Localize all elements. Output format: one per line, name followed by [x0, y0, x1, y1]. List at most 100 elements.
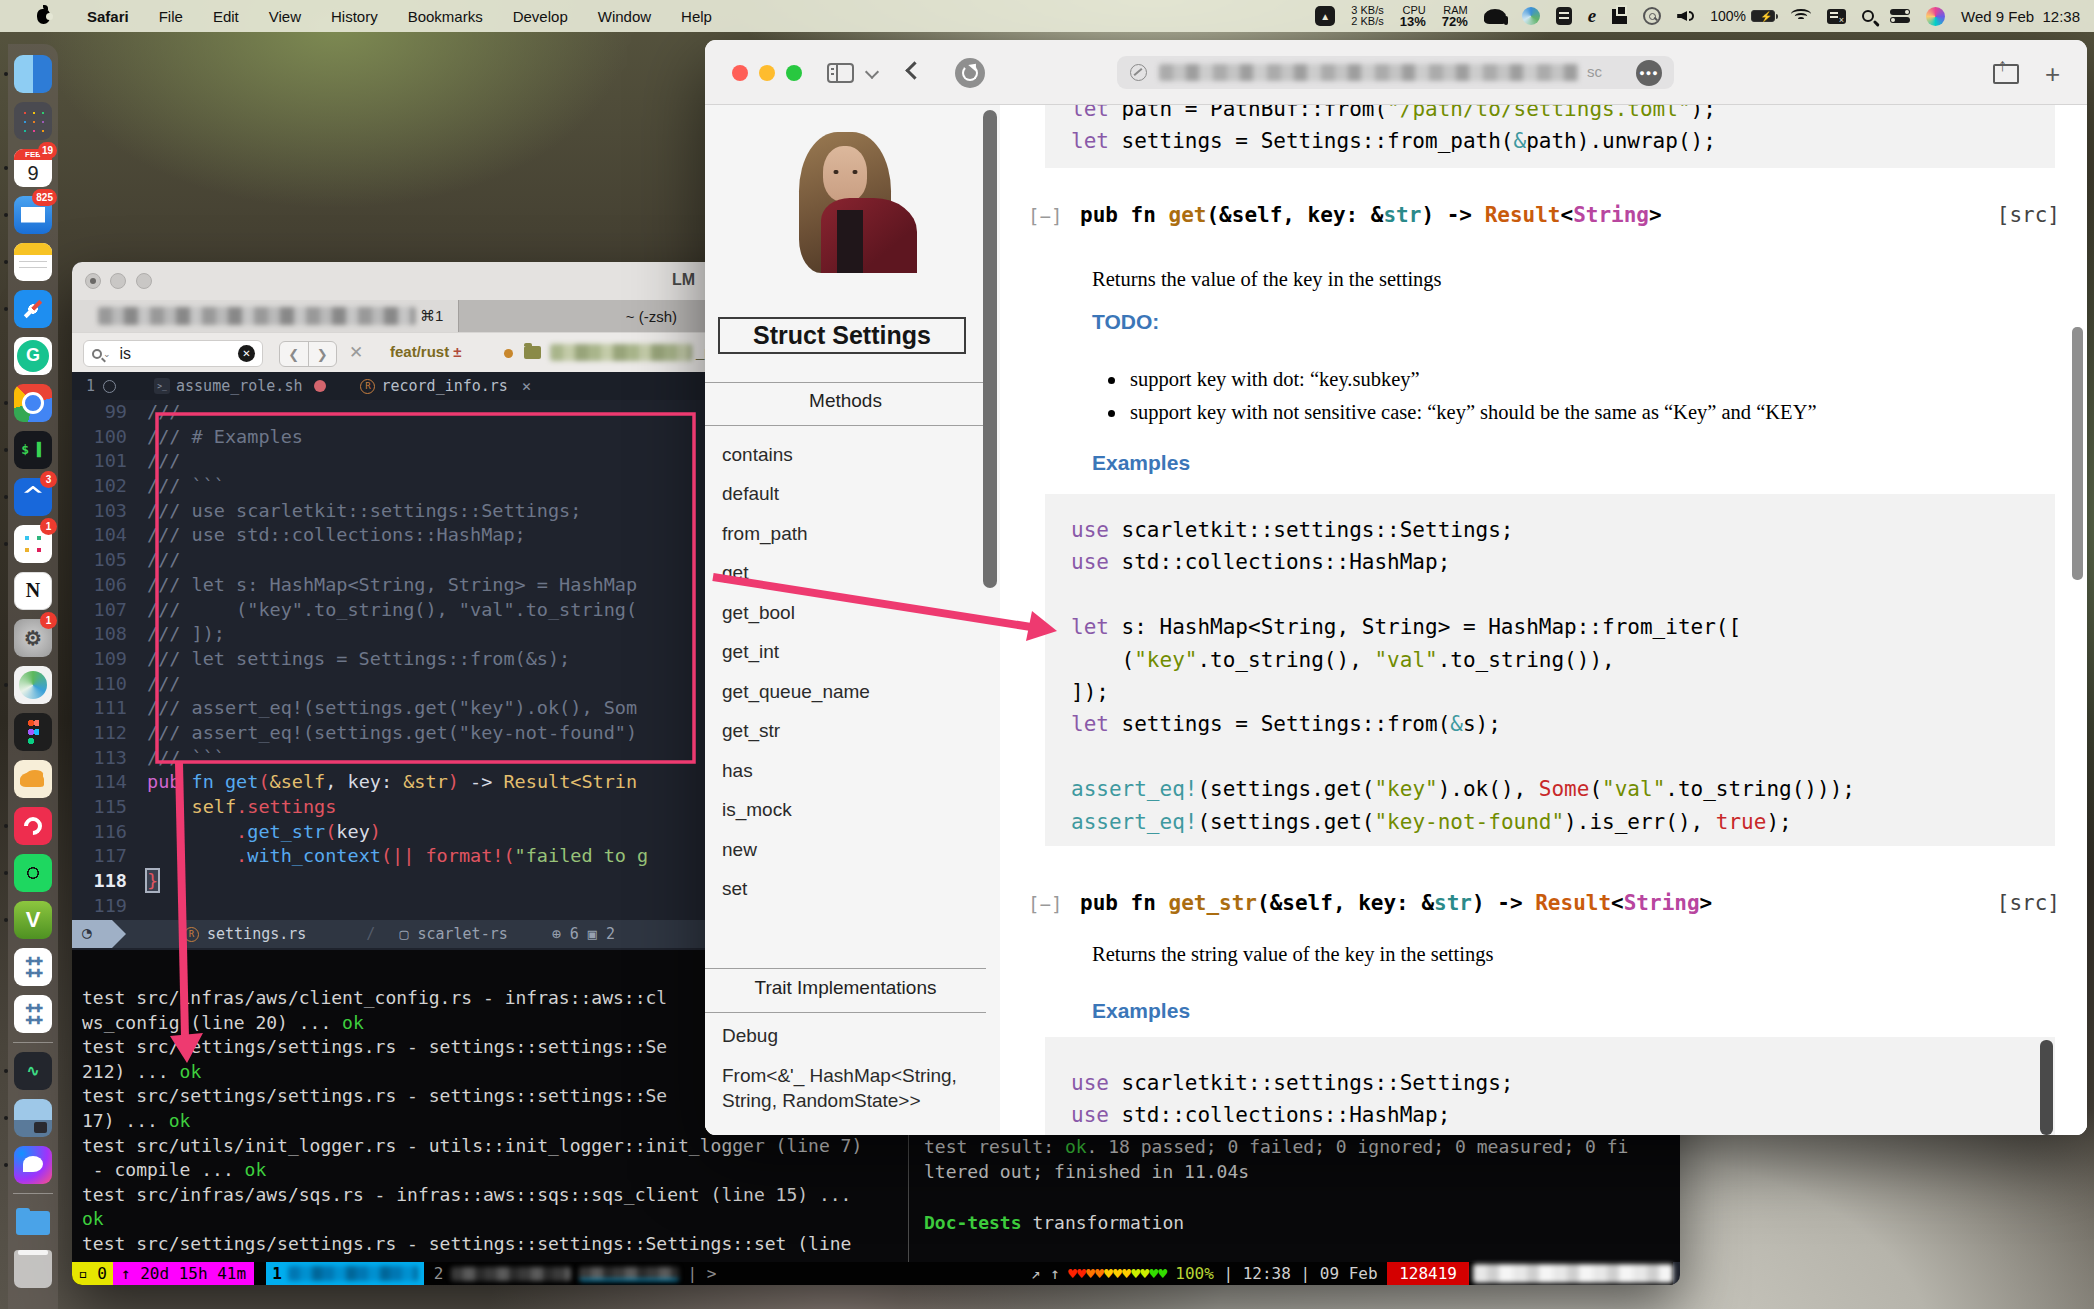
reload-button[interactable]	[955, 58, 985, 88]
dock-terminal[interactable]: $ ▌	[11, 426, 55, 473]
dock-activity-monitor[interactable]: ∿	[11, 1047, 55, 1094]
volume-icon[interactable]	[1677, 11, 1694, 21]
zoom-button[interactable]	[136, 273, 152, 289]
close-button[interactable]	[85, 273, 101, 289]
src-link[interactable]: [src]	[1997, 891, 2060, 915]
chevron-down-icon[interactable]	[865, 65, 879, 79]
dock-launchpad[interactable]	[11, 97, 55, 144]
buffer-tab-record-info[interactable]: record_info.rs	[381, 377, 507, 395]
codeblock-scrollbar[interactable]	[2040, 1040, 2053, 1135]
address-bar[interactable]: sc ●●●	[1117, 56, 1674, 89]
menu-view[interactable]: View	[254, 8, 316, 25]
close-buffer-icon[interactable]: ✕	[522, 377, 531, 395]
src-link[interactable]: [src]	[1997, 203, 2060, 227]
dock-jira[interactable]: 3	[11, 473, 55, 520]
control-center-icon[interactable]	[1890, 9, 1910, 23]
menu-develop[interactable]: Develop	[498, 8, 583, 25]
close-search-icon[interactable]: ✕	[349, 342, 363, 363]
method-link-contains[interactable]: contains	[722, 435, 870, 475]
collapse-toggle-icon[interactable]: [−]	[1028, 205, 1062, 227]
clear-search-icon[interactable]: ✕	[238, 345, 255, 362]
dock-grammarly[interactable]	[11, 332, 55, 379]
dock-downloads[interactable]	[11, 1198, 55, 1245]
zoom-status-icon[interactable]	[1643, 7, 1661, 25]
notes-status-icon[interactable]	[1556, 7, 1572, 25]
sidebar-scrollbar[interactable]	[983, 110, 997, 588]
dock-system-preferences[interactable]: ⚙1	[11, 614, 55, 661]
dock-chrome[interactable]	[11, 379, 55, 426]
dock-authy[interactable]	[11, 802, 55, 849]
buffer-index: 1	[86, 377, 95, 395]
method-link-is_mock[interactable]: is_mock	[722, 791, 870, 831]
dock-trash[interactable]	[11, 1245, 55, 1292]
dock-hadoop[interactable]	[11, 755, 55, 802]
menu-bookmarks[interactable]: Bookmarks	[393, 8, 498, 25]
method-link-get[interactable]: get	[722, 554, 870, 594]
code-example-get-str: use scarletkit::settings::Settings;use s…	[1045, 1037, 2055, 1135]
close-button[interactable]	[732, 65, 748, 81]
share-icon[interactable]	[1993, 58, 2015, 84]
method-link-get_bool[interactable]: get_bool	[722, 593, 870, 633]
tmux-window-1[interactable]: 1	[266, 1262, 424, 1285]
tmux-window-2[interactable]: 2| >	[424, 1264, 727, 1283]
wifi-icon[interactable]	[1791, 9, 1811, 23]
anyconnect-icon[interactable]	[1522, 7, 1540, 25]
page-scrollbar[interactable]	[2072, 327, 2083, 580]
method-link-get_str[interactable]: get_str	[722, 712, 870, 752]
search-nav-buttons[interactable]: ❮❯	[279, 341, 337, 367]
method-link-from_path[interactable]: from_path	[722, 514, 870, 554]
method-link-get_queue_name[interactable]: get_queue_name	[722, 672, 870, 712]
menu-safari[interactable]: Safari	[72, 8, 144, 25]
dropover-icon[interactable]: ▲	[1315, 6, 1335, 26]
running-indicator	[4, 1069, 8, 1073]
back-button[interactable]	[905, 61, 923, 79]
dock-tableau[interactable]	[11, 943, 55, 990]
dock-notes[interactable]	[11, 238, 55, 285]
menu-window[interactable]: Window	[583, 8, 666, 25]
ide-tab-active[interactable]: ⌘1	[72, 300, 458, 332]
dock-calendar[interactable]: FEB919	[11, 144, 55, 191]
dock-figma[interactable]	[11, 708, 55, 755]
method-link-get_int[interactable]: get_int	[722, 633, 870, 673]
apple-icon[interactable]	[37, 9, 50, 24]
evernote-icon[interactable]: e	[1588, 5, 1596, 27]
menu-help[interactable]: Help	[666, 8, 727, 25]
more-options-icon[interactable]: ●●●	[1636, 60, 1662, 86]
dock-notion[interactable]: N	[11, 567, 55, 614]
zoom-button[interactable]	[786, 65, 802, 81]
minimize-button[interactable]	[110, 273, 126, 289]
code-editor[interactable]: 99///100/// # Examples101///102/// ```10…	[72, 400, 775, 920]
dock-vagrant[interactable]: V	[11, 896, 55, 943]
dock-tableau-2[interactable]	[11, 990, 55, 1037]
spotlight-icon[interactable]	[1862, 10, 1874, 22]
dock-anyconnect[interactable]	[11, 661, 55, 708]
menubar-status: ▲ 3 KB/s2 KB/s CPU13% RAM72% e 100%⚡ Wed…	[1315, 5, 2094, 27]
sidebar-toggle-icon[interactable]	[827, 63, 854, 83]
dock-finder[interactable]	[11, 50, 55, 97]
method-link-default[interactable]: default	[722, 475, 870, 515]
search-input[interactable]: ⌄ is ✕	[83, 340, 263, 367]
battery-indicator[interactable]: 100%⚡	[1710, 8, 1775, 24]
siri-icon[interactable]	[1926, 7, 1945, 26]
menu-edit[interactable]: Edit	[198, 8, 254, 25]
trait-debug-link[interactable]: Debug	[722, 1025, 778, 1047]
method-link-set[interactable]: set	[722, 870, 870, 910]
buffer-tab-assume-role[interactable]: assume_role.sh	[176, 377, 302, 395]
dock-mail[interactable]: 825	[11, 191, 55, 238]
collapse-toggle-icon[interactable]: [−]	[1028, 893, 1062, 915]
input-source-icon[interactable]	[1827, 9, 1846, 24]
menu-history[interactable]: History	[316, 8, 393, 25]
clipboard-icon[interactable]	[1612, 9, 1627, 24]
dock-messenger[interactable]	[11, 1141, 55, 1188]
method-link-new[interactable]: new	[722, 830, 870, 870]
dock-safari[interactable]	[11, 285, 55, 332]
new-tab-icon[interactable]: +	[2045, 59, 2060, 90]
dock-preview[interactable]	[11, 1094, 55, 1141]
dock-spotify[interactable]	[11, 849, 55, 896]
postgres-icon[interactable]	[1484, 9, 1506, 24]
dock-slack[interactable]: 1	[11, 520, 55, 567]
minimize-button[interactable]	[759, 65, 775, 81]
menu-file[interactable]: File	[144, 8, 198, 25]
trait-from-link[interactable]: From<&'_ HashMap<String,String, RandomSt…	[722, 1063, 957, 1113]
method-link-has[interactable]: has	[722, 751, 870, 791]
